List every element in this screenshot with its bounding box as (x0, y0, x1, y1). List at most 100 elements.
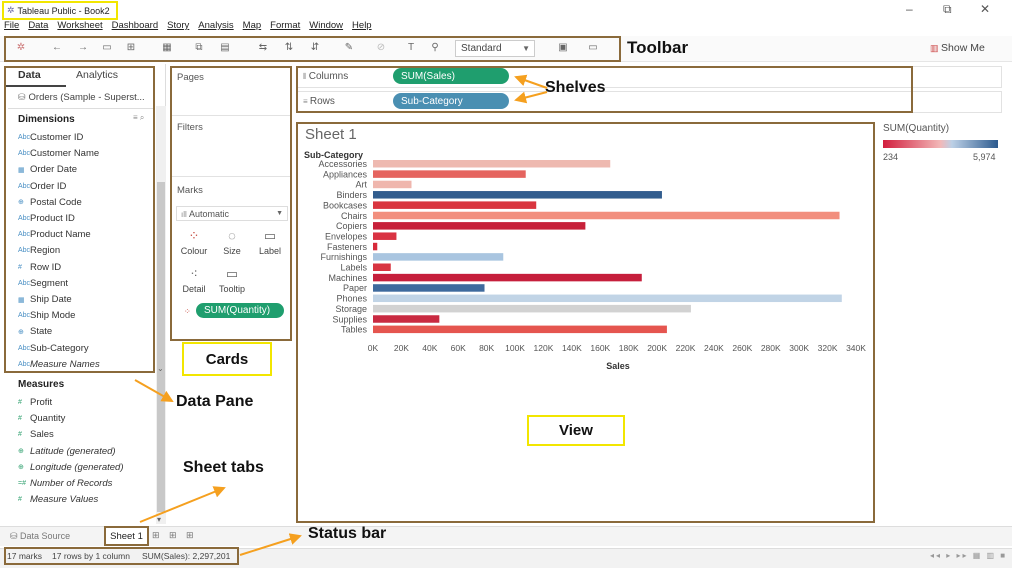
bar-storage[interactable] (373, 304, 691, 313)
measure-field-label: Number of Records (30, 478, 113, 489)
redo-icon[interactable]: → (76, 42, 90, 53)
swap-icon[interactable]: ⇆ (256, 42, 270, 53)
save-icon[interactable]: ▭ (100, 42, 114, 53)
bar-bookcases[interactable] (373, 201, 537, 209)
menu-data[interactable]: Data (28, 20, 48, 34)
menu-window[interactable]: Window (309, 20, 343, 34)
bar-furnishings[interactable] (373, 253, 504, 261)
bar-paper[interactable] (373, 284, 485, 292)
measure-field[interactable]: ⊕ Latitude (generated) (18, 446, 116, 457)
new-dashboard-tab-icon[interactable]: ⊞ (169, 530, 177, 541)
detail-label: Detail (182, 284, 206, 294)
x-tick-label: 260K (732, 343, 752, 353)
colour-pill-icon: ⁘ (184, 307, 191, 316)
size-button[interactable]: ◌ Size (215, 227, 249, 261)
category-label: Binders (336, 190, 367, 200)
close-button[interactable]: ✕ (980, 2, 990, 16)
sum-sales-pill[interactable]: SUM(Sales) (393, 68, 509, 84)
status-sum: SUM(Sales): 2,297,201 (142, 551, 231, 561)
measure-field[interactable]: =# Number of Records (18, 478, 112, 489)
restore-button[interactable]: ⧉ (943, 2, 952, 17)
x-tick-label: 320K (818, 343, 838, 353)
measure-field[interactable]: ⊕ Longitude (generated) (18, 462, 124, 473)
menu-dashboard[interactable]: Dashboard (112, 20, 158, 34)
sheet1-tab[interactable]: Sheet 1 (104, 526, 149, 546)
new-story-tab-icon[interactable]: ⊞ (186, 530, 194, 541)
duplicate-sheet-icon[interactable]: ⧉ (192, 42, 206, 53)
show-me-button[interactable]: ▥ Show Me (930, 42, 985, 54)
bar-accessories[interactable] (373, 160, 611, 168)
scroll-down-icon[interactable]: ⌄ (157, 364, 164, 373)
sales-bar-chart: Sub-Category AccessoriesAppliancesArtBin… (304, 150, 866, 371)
bar-machines[interactable] (373, 273, 642, 282)
menu-help[interactable]: Help (352, 20, 372, 34)
sum-quantity-pill-label: SUM(Quantity) (204, 305, 271, 316)
tooltip-button[interactable]: ▭ Tooltip (215, 265, 249, 299)
presentation-icon[interactable]: ▭ (586, 42, 600, 53)
category-label: Furnishings (320, 252, 367, 262)
minimize-button[interactable]: – (906, 2, 913, 16)
x-tick-label: 0K (368, 343, 379, 353)
clear-sheet-icon[interactable]: ▤ (218, 42, 232, 53)
menu-map[interactable]: Map (243, 20, 261, 34)
fix-axes-icon[interactable]: ⚲ (428, 42, 442, 53)
highlight-icon[interactable]: ✎ (342, 42, 356, 53)
measures-heading: Measures (18, 379, 65, 390)
new-worksheet-icon[interactable]: ▦ (160, 42, 174, 53)
menu-file[interactable]: File (4, 20, 19, 34)
bar-supplies[interactable] (373, 315, 440, 323)
sub-category-pill-label: Sub-Category (401, 95, 463, 107)
sort-descending-icon[interactable]: ⇵ (308, 42, 322, 53)
x-tick-label: 120K (534, 343, 554, 353)
sub-category-pill[interactable]: Sub-Category (393, 93, 509, 109)
label-button[interactable]: ▭ Label (253, 227, 287, 261)
sheet-navigation-icon[interactable]: ◂◂ ▸ ▸▸ ▦ ▥ ■ (930, 551, 1007, 560)
measure-field[interactable]: # Sales (18, 429, 54, 440)
detail-button[interactable]: ⁖ Detail (177, 265, 211, 299)
x-tick-label: 200K (647, 343, 667, 353)
bars-group: AccessoriesAppliancesArtBindersBookcases… (318, 159, 842, 335)
rows-shelf-label: ≡ Rows (303, 96, 335, 107)
measure-field[interactable]: # Measure Values (18, 494, 98, 505)
bar-phones[interactable] (373, 294, 842, 303)
colour-button[interactable]: ⁘ Colour (177, 227, 211, 261)
group-icon[interactable]: ⊘ (374, 42, 388, 53)
new-data-source-icon[interactable]: ⊞ (124, 42, 138, 53)
menu-worksheet[interactable]: Worksheet (57, 20, 102, 34)
measure-field[interactable]: # Profit (18, 397, 52, 408)
scroll-down-arrow-icon[interactable]: ▾ (157, 515, 161, 524)
data-source-tab[interactable]: ⛁ Data Source (10, 531, 70, 542)
bar-fasteners[interactable] (373, 242, 378, 251)
mark-type-select[interactable]: ıll Automatic ▼ (176, 206, 288, 221)
menu-bar: File Data Worksheet Dashboard Story Anal… (4, 20, 372, 34)
bar-binders[interactable] (373, 191, 662, 199)
category-label: Art (355, 180, 367, 190)
bar-labels[interactable] (373, 263, 391, 272)
status-bar-callout: Status bar (308, 525, 387, 542)
bar-art[interactable] (373, 180, 412, 189)
detail-icon: ⁖ (190, 266, 198, 281)
measure-field[interactable]: # Quantity (18, 413, 65, 424)
undo-icon[interactable]: ← (50, 42, 64, 53)
tableau-icon[interactable]: ✲ (14, 42, 28, 53)
category-label: Bookcases (323, 200, 368, 210)
marks-card-title: Marks (177, 185, 203, 196)
sum-quantity-pill[interactable]: SUM(Quantity) (196, 303, 284, 318)
new-worksheet-tab-icon[interactable]: ⊞ (152, 530, 160, 541)
menu-story[interactable]: Story (167, 20, 189, 34)
show-cards-icon[interactable]: ▣ (556, 42, 570, 53)
x-tick-label: 220K (676, 343, 696, 353)
bar-tables[interactable] (373, 325, 667, 334)
label-icon[interactable]: T (404, 42, 418, 53)
data-pane-scroll-thumb[interactable] (157, 182, 165, 512)
sort-ascending-icon[interactable]: ⇅ (282, 42, 296, 53)
fit-select[interactable]: Standard ▼ (455, 40, 535, 57)
bar-chairs[interactable] (373, 211, 840, 220)
field-type-icon: =# (18, 480, 26, 487)
bar-envelopes[interactable] (373, 232, 397, 240)
menu-format[interactable]: Format (270, 20, 300, 34)
menu-analysis[interactable]: Analysis (198, 20, 233, 34)
bar-appliances[interactable] (373, 170, 526, 178)
x-tick-label: 280K (761, 343, 781, 353)
bar-copiers[interactable] (373, 222, 586, 230)
